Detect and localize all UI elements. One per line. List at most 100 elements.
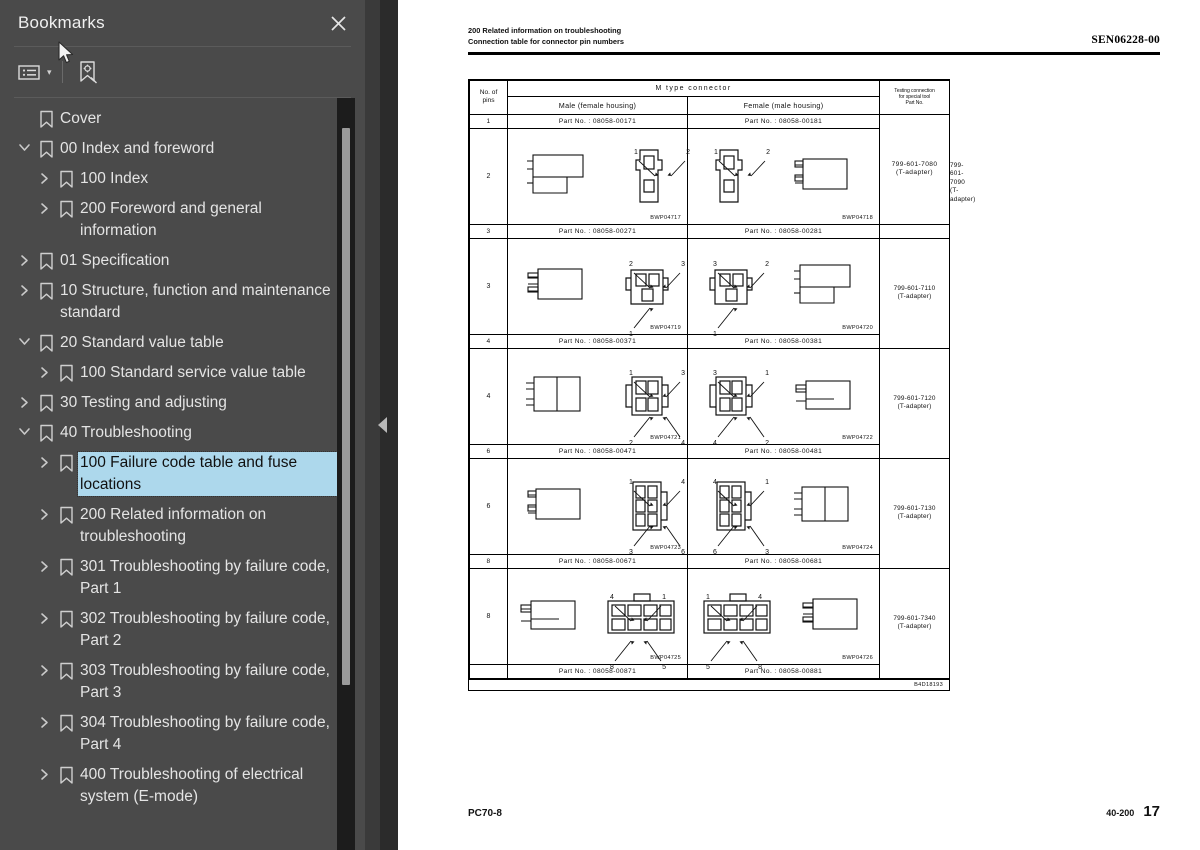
- document-viewport[interactable]: 200 Related information on troubleshooti…: [398, 0, 1200, 850]
- bookmark-icon: [34, 138, 58, 159]
- page-header-line1: 200 Related information on troubleshooti…: [468, 26, 622, 35]
- bookmark-item[interactable]: 100 Index: [0, 164, 365, 194]
- bookmarks-sidebar: Bookmarks ▾ Cover 00 Index and foreword …: [0, 0, 366, 850]
- svg-text:1: 1: [714, 149, 718, 156]
- cell-pin-count: [469, 663, 508, 679]
- bookmark-icon: [34, 422, 58, 443]
- connector-face-view: 2 3 1: [621, 256, 685, 338]
- cell-pin-count: 8: [469, 567, 508, 665]
- cell-female-figure: 3 1 4 2 BWP04722: [687, 347, 880, 447]
- bookmark-item[interactable]: 200 Foreword and general information: [0, 194, 365, 246]
- bookmark-item[interactable]: 01 Specification: [0, 246, 365, 276]
- svg-text:3: 3: [713, 370, 717, 377]
- table-row: 8 4 1 8 5 BWP04725 1 4 5 8 BWP04726 799-601-7340 (T…: [469, 567, 950, 679]
- bookmark-icon: [54, 362, 78, 383]
- chevron-down-icon[interactable]: ▾: [47, 67, 52, 78]
- header-rule: [468, 52, 1160, 55]
- bookmark-item[interactable]: 30 Testing and adjusting: [0, 388, 365, 418]
- figure-code: BWP04722: [842, 434, 873, 441]
- cell-male-figure: 4 1 8 5 BWP04725: [507, 567, 688, 671]
- chevron-right-icon[interactable]: [14, 392, 34, 409]
- connector-face-view: 4 1 8 5: [602, 589, 680, 671]
- svg-text:4: 4: [758, 594, 762, 601]
- close-icon[interactable]: [325, 10, 351, 36]
- svg-text:8: 8: [610, 664, 614, 671]
- cell-pin-count: 6: [469, 443, 508, 459]
- bookmarks-panel-title: Bookmarks: [18, 13, 105, 32]
- bookmark-item[interactable]: 100 Standard service value table: [0, 358, 365, 388]
- bookmark-item[interactable]: 302 Troubleshooting by failure code, Par…: [0, 604, 365, 656]
- cell-male-figure: 1 3 2 4 BWP04721: [507, 347, 688, 447]
- cell-pin-count: 1: [469, 113, 508, 129]
- cell-male-part-no: Part No. : 08058-00171: [507, 113, 688, 129]
- new-bookmark-icon[interactable]: [73, 57, 103, 87]
- cell-tool-part-no: 799-601-7080 (T-adapter): [879, 113, 950, 225]
- bookmark-icon: [54, 504, 78, 525]
- cell-pin-count: 2: [469, 127, 508, 225]
- bookmark-item-label: 01 Specification: [60, 252, 170, 269]
- bookmark-icon: [54, 556, 78, 577]
- bookmark-item-label: 100 Index: [80, 170, 149, 187]
- bookmark-item[interactable]: 301 Troubleshooting by failure code, Par…: [0, 552, 365, 604]
- header-female: Female (male housing): [687, 95, 880, 115]
- chevron-right-icon[interactable]: [34, 452, 54, 469]
- bookmark-icon: [34, 332, 58, 353]
- connector-face-view: 3 1 4 2: [705, 365, 769, 447]
- bookmark-item[interactable]: 00 Index and foreword: [0, 134, 365, 164]
- chevron-right-icon[interactable]: [34, 608, 54, 625]
- svg-text:5: 5: [706, 664, 710, 671]
- bookmarks-scrollbar[interactable]: [337, 98, 355, 850]
- chevron-right-icon[interactable]: [34, 168, 54, 185]
- bookmark-icon: [34, 392, 58, 413]
- connector-side-view: [790, 257, 862, 315]
- bookmarks-panel-header: Bookmarks: [0, 0, 365, 46]
- chevron-right-icon[interactable]: [14, 250, 34, 267]
- bookmark-icon: [54, 660, 78, 681]
- bookmark-icon: [54, 608, 78, 629]
- chevron-right-icon[interactable]: [34, 764, 54, 781]
- chevron-right-icon[interactable]: [34, 712, 54, 729]
- chevron-down-icon[interactable]: [14, 138, 34, 153]
- chevron-down-icon[interactable]: [14, 332, 34, 347]
- cell-tool-part-no: 799-601-7110 (T-adapter): [879, 237, 950, 349]
- chevron-right-icon[interactable]: [14, 280, 34, 297]
- bookmark-item[interactable]: 100 Failure code table and fuse location…: [0, 448, 365, 500]
- svg-text:2: 2: [766, 149, 770, 156]
- bookmark-icon: [54, 452, 78, 473]
- table-row: 6 1 4 3 6 BWP04723 4 1 6 3 BWP04724 799-601-7130 (T…: [469, 457, 950, 569]
- cell-female-figure: 1 4 5 8 BWP04726: [687, 567, 880, 671]
- svg-text:3: 3: [681, 370, 685, 377]
- bookmark-item-label: 100 Failure code table and fuse location…: [77, 451, 342, 497]
- chevron-down-icon[interactable]: [14, 422, 34, 437]
- bookmark-item[interactable]: 200 Related information on troubleshooti…: [0, 500, 365, 552]
- svg-text:2: 2: [765, 440, 769, 447]
- bookmark-item[interactable]: 303 Troubleshooting by failure code, Par…: [0, 656, 365, 708]
- footer-model: PC70-8: [468, 808, 502, 819]
- connector-face-view: 4 1 6 3: [705, 474, 769, 556]
- bookmark-item[interactable]: 400 Troubleshooting of electrical system…: [0, 760, 365, 812]
- cell-female-figure: 1 2 BWP04718: [687, 127, 880, 225]
- svg-text:3: 3: [681, 261, 685, 268]
- bookmark-item[interactable]: 304 Troubleshooting by failure code, Par…: [0, 708, 365, 760]
- bookmark-item[interactable]: 40 Troubleshooting: [0, 418, 365, 448]
- chevron-right-icon[interactable]: [34, 504, 54, 521]
- bookmark-item[interactable]: 20 Standard value table: [0, 328, 365, 358]
- connector-side-view: [790, 477, 862, 535]
- chevron-right-icon[interactable]: [34, 198, 54, 215]
- bookmark-item[interactable]: 10 Structure, function and maintenance s…: [0, 276, 365, 328]
- connector-table-container: No. of pins M type connector Testing conne…: [468, 78, 975, 691]
- svg-text:4: 4: [681, 479, 685, 486]
- scrollbar-thumb[interactable]: [342, 128, 350, 685]
- chevron-right-icon[interactable]: [34, 556, 54, 573]
- figure-code: BWP04717: [650, 214, 681, 221]
- chevron-right-icon[interactable]: [34, 362, 54, 379]
- connector-side-view: [522, 367, 594, 425]
- header-testing-tool: Testing connection for special tool Part…: [879, 79, 950, 115]
- cell-tool-part-no: 799-601-7130 (T-adapter): [879, 457, 950, 569]
- figure-code: BWP04718: [842, 214, 873, 221]
- chevron-right-icon[interactable]: [34, 660, 54, 677]
- bookmark-item[interactable]: Cover: [0, 104, 365, 134]
- header-male: Male (female housing): [507, 95, 688, 115]
- collapse-left-icon[interactable]: [377, 417, 387, 433]
- list-options-icon[interactable]: [14, 57, 44, 87]
